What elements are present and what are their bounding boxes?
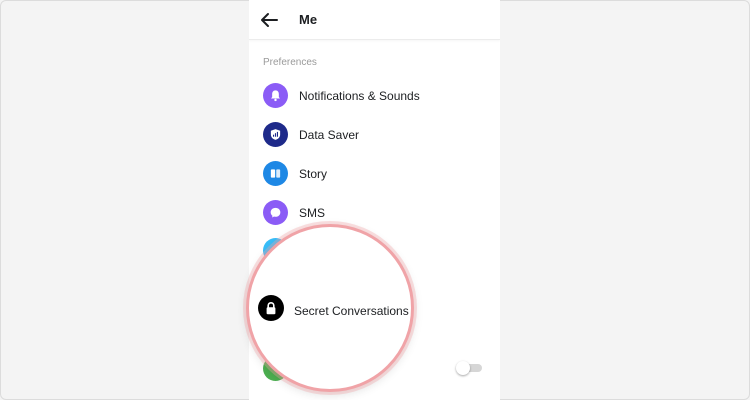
story-icon [263, 161, 288, 186]
menu-item-notifications-sounds[interactable]: Notifications & Sounds [249, 77, 500, 115]
menu-item-sms[interactable]: SMS [249, 194, 500, 232]
magnifier-highlight[interactable]: Secret Conversations [246, 224, 414, 392]
menu-item-story[interactable]: Story [249, 155, 500, 193]
arrow-left-icon [261, 13, 278, 27]
menu-item-label: SMS [299, 206, 326, 220]
menu-item-label: Notifications & Sounds [299, 89, 420, 103]
section-label-preferences: Preferences [263, 57, 317, 68]
lock-icon [258, 295, 284, 321]
toggle-knob [456, 361, 470, 375]
chat-bubble-icon [263, 200, 288, 225]
menu-item-secret-conversations-label: Secret Conversations [294, 304, 409, 318]
page-title: Me [299, 12, 318, 27]
menu-item-label: Data Saver [299, 128, 360, 142]
back-button[interactable] [257, 8, 281, 32]
signal-shield-icon [263, 122, 288, 147]
top-bar: Me [249, 0, 500, 40]
bell-icon [263, 83, 288, 108]
toggle-switch[interactable] [456, 361, 484, 375]
menu-item-data-saver[interactable]: Data Saver [249, 116, 500, 154]
menu-item-label: Story [299, 167, 328, 181]
